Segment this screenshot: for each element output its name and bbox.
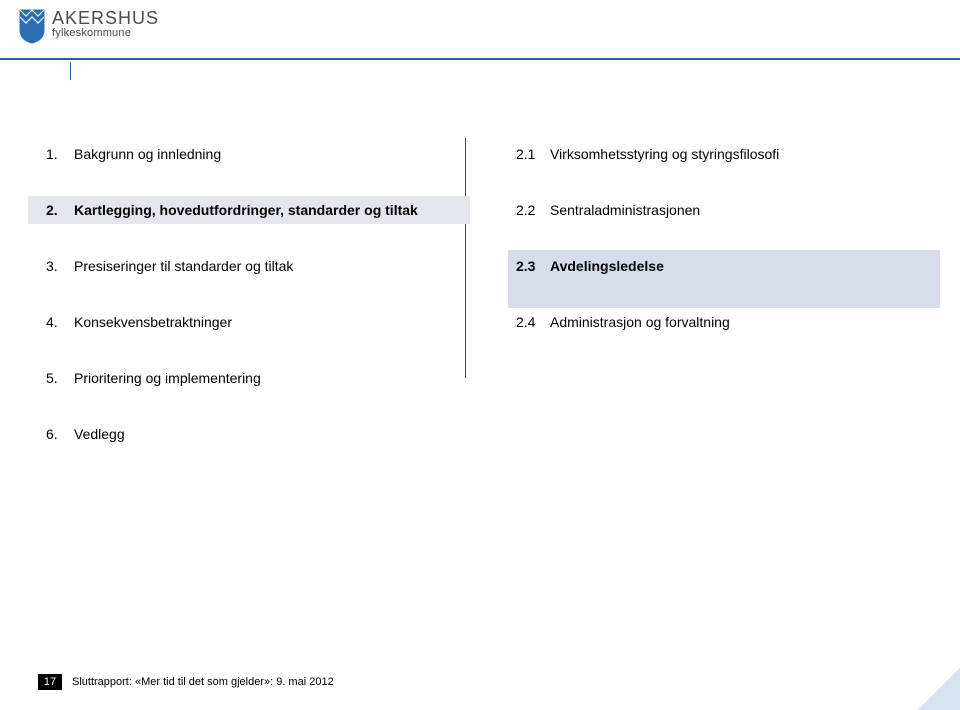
logo: AKERSHUS fylkeskommune — [18, 8, 159, 44]
toc-label: Prioritering og implementering — [74, 370, 261, 386]
shield-icon — [18, 8, 46, 44]
toc-num: 2.4 — [516, 314, 550, 330]
toc-label: Presiseringer til standarder og tiltak — [74, 258, 293, 274]
toc-num: 1. — [46, 146, 74, 162]
footer-text: Sluttrapport: «Mer tid til det som gjeld… — [72, 676, 334, 688]
toc-label: Bakgrunn og innledning — [74, 146, 221, 162]
toc-label: Konsekvensbetraktninger — [74, 314, 232, 330]
toc-item-4: 4. Konsekvensbetraktninger — [40, 308, 470, 336]
header: AKERSHUS fylkeskommune — [0, 0, 960, 72]
toc-num: 6. — [46, 426, 74, 442]
slide-page: AKERSHUS fylkeskommune 1. Bakgrunn og in… — [0, 0, 960, 710]
toc-label: Avdelingsledelse — [550, 258, 664, 274]
toc-item-1: 1. Bakgrunn og innledning — [40, 140, 470, 168]
sub-item-2-3: 2.3 Avdelingsledelse — [510, 252, 920, 280]
toc-num: 2.2 — [516, 202, 550, 218]
sub-item-2-1: 2.1 Virksomhetsstyring og styringsfiloso… — [510, 140, 920, 168]
toc-num: 5. — [46, 370, 74, 386]
toc-label: Virksomhetsstyring og styringsfilosofi — [550, 146, 779, 162]
logo-text: AKERSHUS fylkeskommune — [52, 8, 159, 39]
toc-num: 3. — [46, 258, 74, 274]
toc-item-2: 2. Kartlegging, hovedutfordringer, stand… — [28, 196, 470, 224]
sub-item-2-2: 2.2 Sentraladministrasjonen — [510, 196, 920, 224]
toc-item-3: 3. Presiseringer til standarder og tilta… — [40, 252, 470, 280]
page-number: 17 — [38, 674, 62, 690]
toc-label: Vedlegg — [74, 426, 125, 442]
toc-label: Kartlegging, hovedutfordringer, standard… — [74, 202, 418, 218]
header-rule-tick — [70, 62, 78, 80]
toc-left-column: 1. Bakgrunn og innledning 2. Kartlegging… — [40, 140, 470, 476]
sub-item-2-4: 2.4 Administrasjon og forvaltning — [510, 308, 920, 336]
logo-subtitle: fylkeskommune — [52, 27, 159, 39]
toc-num: 2. — [46, 202, 74, 218]
toc-num: 4. — [46, 314, 74, 330]
content: 1. Bakgrunn og innledning 2. Kartlegging… — [40, 140, 920, 476]
toc-label: Sentraladministrasjonen — [550, 202, 700, 218]
toc-num: 2.1 — [516, 146, 550, 162]
footer: 17 Sluttrapport: «Mer tid til det som gj… — [38, 674, 334, 690]
toc-label: Administrasjon og forvaltning — [550, 314, 730, 330]
header-rule — [0, 58, 960, 60]
toc-num: 2.3 — [516, 258, 550, 274]
corner-decoration — [900, 650, 960, 710]
toc-item-5: 5. Prioritering og implementering — [40, 364, 470, 392]
logo-title: AKERSHUS — [52, 8, 159, 29]
toc-item-6: 6. Vedlegg — [40, 420, 470, 448]
toc-right-column: 2.1 Virksomhetsstyring og styringsfiloso… — [510, 140, 920, 364]
